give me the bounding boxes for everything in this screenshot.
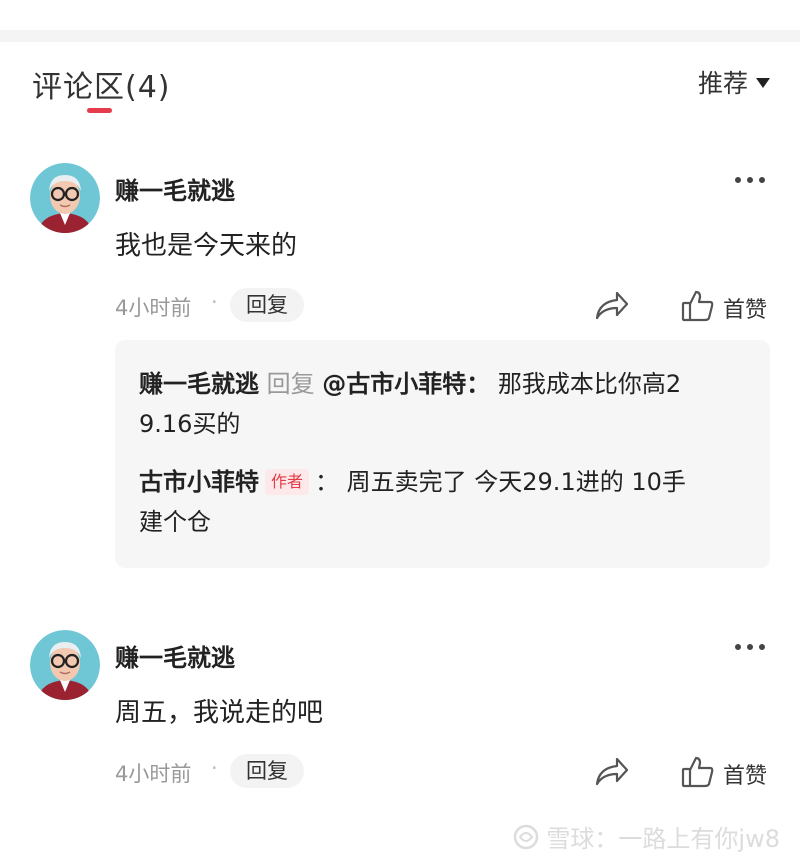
reply-text-cont: 建个仓 [139, 508, 211, 536]
share-icon[interactable] [593, 288, 631, 322]
reply-text: 周五卖完了 今天29.1进的 10手 [339, 468, 686, 496]
snowball-logo-icon [514, 824, 539, 849]
comment-content: 周五，我说走的吧 [115, 698, 324, 728]
comment-username[interactable]: 赚一毛就逃 [115, 638, 235, 673]
like-label[interactable]: 首赞 [723, 758, 767, 790]
comment-actions: 4小时前 · 回复 首赞 [115, 288, 775, 324]
page-title: 评论区(4) [32, 70, 171, 105]
comment-username[interactable]: 赚一毛就逃 [115, 171, 235, 206]
watermark-text: 雪球：一路上有你jw8 [546, 825, 780, 853]
share-icon[interactable] [593, 754, 631, 788]
more-options-icon[interactable] [735, 177, 765, 185]
avatar[interactable] [30, 630, 100, 700]
author-badge: 作者 [265, 469, 310, 495]
reply-button[interactable]: 回复 [230, 288, 304, 322]
reply-separator: ： [315, 468, 340, 496]
reply-button[interactable]: 回复 [230, 754, 304, 788]
comment-time: 4小时前 [115, 762, 192, 786]
comment-content: 我也是今天来的 [115, 231, 298, 261]
meta-separator: · [211, 290, 218, 314]
reply-verb: 回复 [266, 370, 315, 398]
reply-item[interactable]: 赚一毛就逃 回复 @古市小菲特： 那我成本比你高2 9.16买的 [139, 364, 754, 444]
comment-item: 赚一毛就逃 周五，我说走的吧 4小时前 · 回复 首赞 [0, 630, 800, 830]
meta-separator: · [211, 756, 218, 780]
reply-item[interactable]: 古市小菲特 作者： 周五卖完了 今天29.1进的 10手 建个仓 [139, 462, 754, 542]
like-icon[interactable] [680, 288, 716, 324]
reply-text-cont: 9.16买的 [139, 410, 241, 438]
watermark: 雪球：一路上有你jw8 [512, 819, 780, 854]
reply-username[interactable]: 古市小菲特 [139, 468, 259, 496]
sort-label: 推荐 [697, 69, 748, 98]
comment-time: 4小时前 [115, 296, 192, 320]
caret-down-icon [756, 78, 770, 88]
comment-actions: 4小时前 · 回复 首赞 [115, 754, 775, 790]
reply-thread: 赚一毛就逃 回复 @古市小菲特： 那我成本比你高2 9.16买的 古市小菲特 作者… [115, 340, 770, 568]
like-label[interactable]: 首赞 [723, 292, 767, 324]
comments-header: 评论区(4) 推荐 [0, 42, 800, 132]
more-options-icon[interactable] [735, 644, 765, 652]
avatar[interactable] [30, 163, 100, 233]
reply-mention[interactable]: @古市小菲特： [322, 370, 490, 398]
title-underline [87, 108, 112, 113]
top-bar [0, 0, 800, 30]
reply-text: 那我成本比你高2 [490, 370, 682, 398]
sort-dropdown[interactable]: 推荐 [698, 64, 770, 100]
like-icon[interactable] [680, 754, 716, 790]
reply-username[interactable]: 赚一毛就逃 [139, 370, 259, 398]
section-divider [0, 30, 800, 42]
